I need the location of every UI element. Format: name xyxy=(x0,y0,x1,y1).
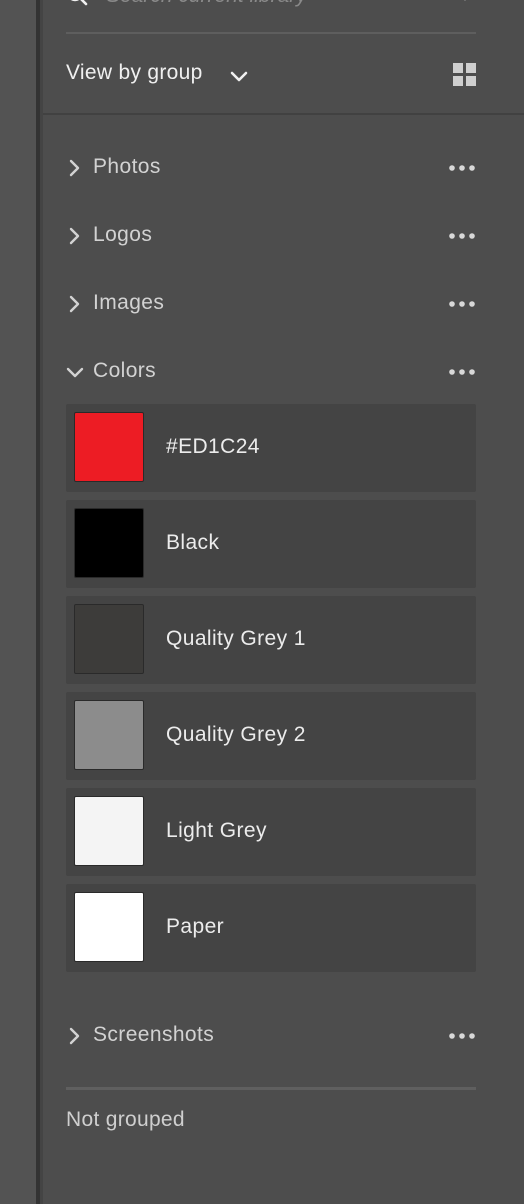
more-options-icon[interactable] xyxy=(448,1026,476,1046)
chevron-right-icon[interactable] xyxy=(66,158,84,178)
color-swatch xyxy=(74,508,144,578)
search-input[interactable] xyxy=(106,0,426,10)
group-colors[interactable]: Colors xyxy=(66,354,476,390)
color-item[interactable]: Light Grey xyxy=(66,788,476,876)
color-item[interactable]: Black xyxy=(66,500,476,588)
more-options-icon[interactable] xyxy=(448,158,476,178)
grid-view-icon[interactable] xyxy=(452,62,478,88)
group-label: Screenshots xyxy=(93,1023,215,1046)
group-photos[interactable]: Photos xyxy=(66,150,476,186)
group-screenshots[interactable]: Screenshots xyxy=(66,1018,476,1054)
chevron-down-icon[interactable] xyxy=(66,362,84,382)
left-canvas-strip xyxy=(0,0,36,1204)
group-label: Images xyxy=(93,291,165,314)
group-images[interactable]: Images xyxy=(66,286,476,322)
chevron-down-icon[interactable] xyxy=(454,0,476,6)
more-options-icon[interactable] xyxy=(448,294,476,314)
group-label: Photos xyxy=(93,155,161,178)
color-item[interactable]: Quality Grey 1 xyxy=(66,596,476,684)
view-by-dropdown[interactable]: View by group xyxy=(66,61,203,85)
header-separator xyxy=(43,113,524,115)
view-by-row: View by group xyxy=(66,58,476,92)
not-grouped-label: Not grouped xyxy=(66,1108,185,1131)
group-label: Logos xyxy=(93,223,153,246)
chevron-down-icon[interactable] xyxy=(229,66,249,86)
chevron-right-icon[interactable] xyxy=(66,226,84,246)
color-name: Quality Grey 1 xyxy=(166,627,306,650)
color-swatch xyxy=(74,796,144,866)
color-item[interactable]: #ED1C24 xyxy=(66,404,476,492)
color-name: Quality Grey 2 xyxy=(166,723,306,746)
more-options-icon[interactable] xyxy=(448,362,476,382)
color-name: Light Grey xyxy=(166,819,267,842)
section-separator xyxy=(66,1087,476,1090)
color-swatch xyxy=(74,892,144,962)
color-name: Black xyxy=(166,531,220,554)
search-underline xyxy=(66,32,476,34)
chevron-right-icon[interactable] xyxy=(66,1026,84,1046)
more-options-icon[interactable] xyxy=(448,226,476,246)
search-row xyxy=(66,0,476,12)
color-swatch xyxy=(74,700,144,770)
chevron-right-icon[interactable] xyxy=(66,294,84,314)
libraries-panel: View by group xyxy=(43,0,524,1204)
color-item[interactable]: Quality Grey 2 xyxy=(66,692,476,780)
group-label: Colors xyxy=(93,359,157,382)
search-icon[interactable] xyxy=(66,0,88,6)
libraries-panel-root: View by group xyxy=(0,0,524,1204)
color-swatch xyxy=(74,412,144,482)
color-item[interactable]: Paper xyxy=(66,884,476,972)
color-name: #ED1C24 xyxy=(166,435,260,458)
group-logos[interactable]: Logos xyxy=(66,218,476,254)
color-swatch xyxy=(74,604,144,674)
color-name: Paper xyxy=(166,915,225,938)
